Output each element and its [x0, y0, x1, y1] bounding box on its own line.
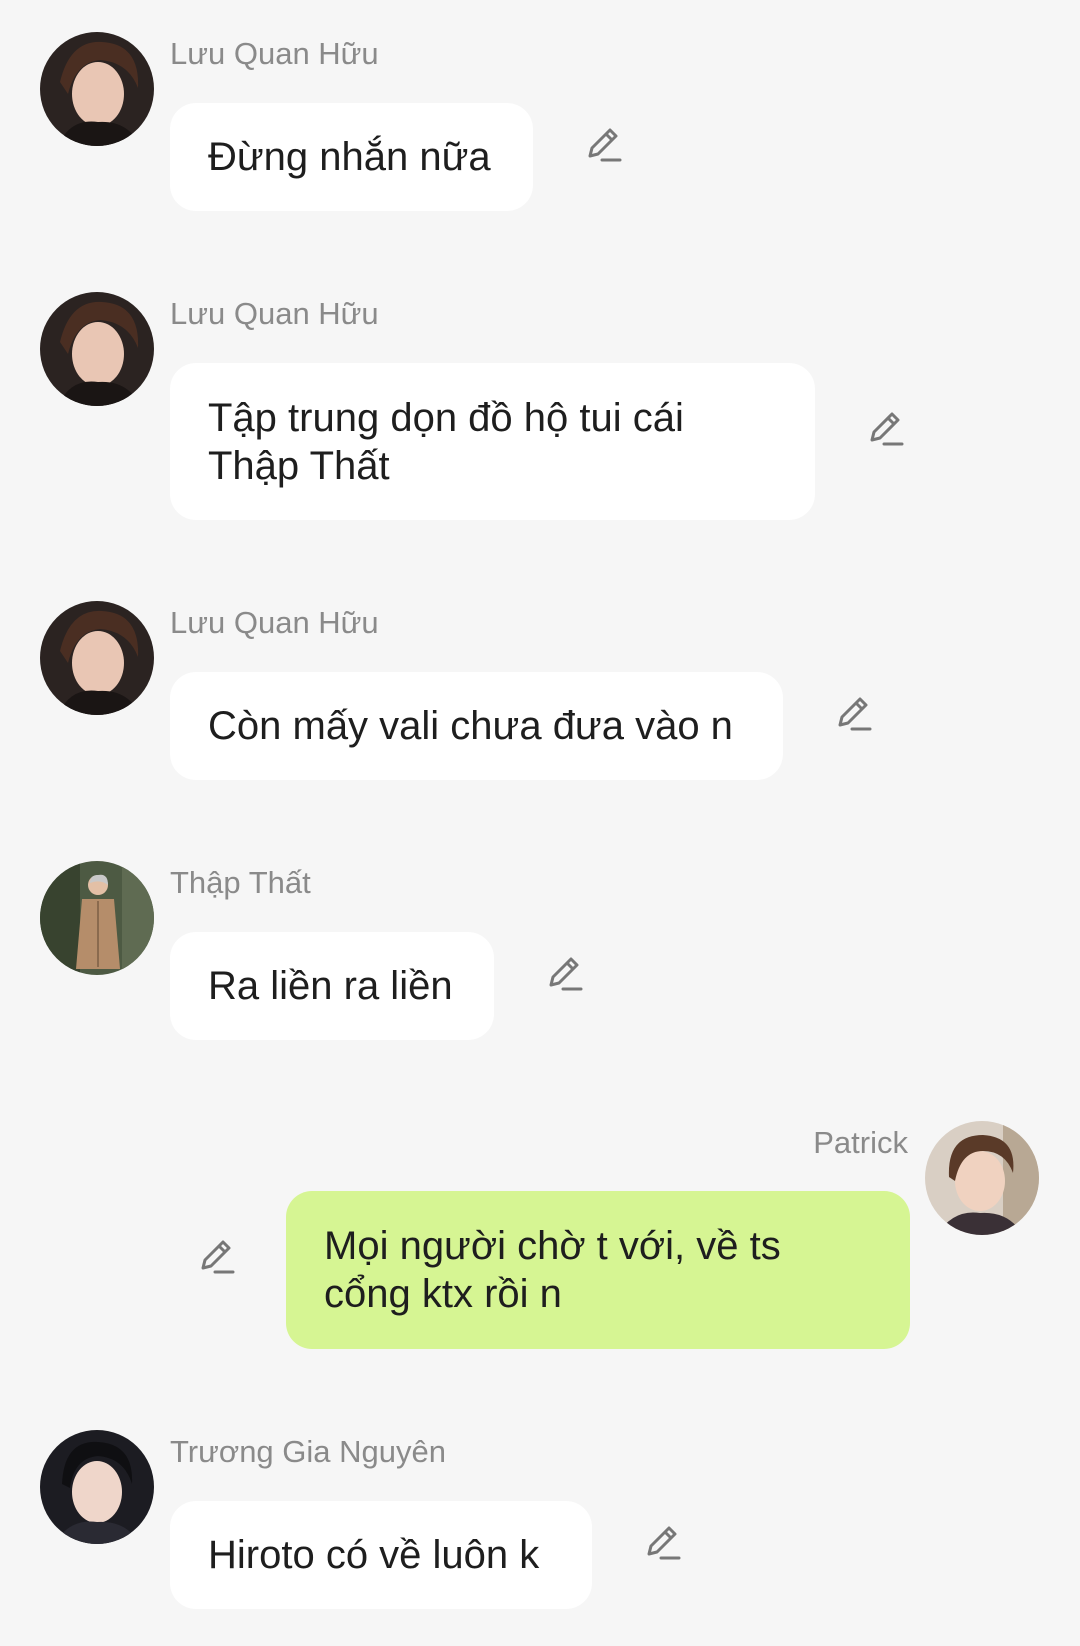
- chat-message-list[interactable]: Lưu Quan Hữu Đừng nhắn nữa Lưu Quan Hữu …: [0, 0, 1080, 1646]
- avatar[interactable]: [925, 1121, 1039, 1235]
- sender-name: Trương Gia Nguyên: [170, 1434, 446, 1469]
- message-bubble[interactable]: Còn mấy vali chưa đưa vào n: [170, 672, 783, 780]
- message-bubble-own[interactable]: Mọi người chờ t với, về ts cổng ktx rồi …: [286, 1191, 910, 1349]
- avatar[interactable]: [40, 861, 154, 975]
- avatar[interactable]: [40, 601, 154, 715]
- avatar[interactable]: [40, 1430, 154, 1544]
- pencil-edit-icon[interactable]: [543, 951, 585, 993]
- avatar[interactable]: [40, 32, 154, 146]
- avatar[interactable]: [40, 292, 154, 406]
- pencil-edit-icon[interactable]: [641, 1520, 683, 1562]
- message-bubble[interactable]: Ra liền ra liền: [170, 932, 494, 1040]
- message-bubble[interactable]: Tập trung dọn đồ hộ tui cái Thập Thất: [170, 363, 815, 520]
- pencil-edit-icon[interactable]: [832, 691, 874, 733]
- message-bubble[interactable]: Hiroto có về luôn k: [170, 1501, 592, 1609]
- sender-name: Lưu Quan Hữu: [170, 296, 379, 331]
- pencil-edit-icon[interactable]: [864, 406, 906, 448]
- sender-name: Thập Thất: [170, 865, 311, 900]
- message-bubble[interactable]: Đừng nhắn nữa: [170, 103, 533, 211]
- sender-name: Patrick: [813, 1125, 908, 1160]
- pencil-edit-icon[interactable]: [582, 122, 624, 164]
- sender-name: Lưu Quan Hữu: [170, 36, 379, 71]
- sender-name: Lưu Quan Hữu: [170, 605, 379, 640]
- pencil-edit-icon[interactable]: [195, 1234, 237, 1276]
